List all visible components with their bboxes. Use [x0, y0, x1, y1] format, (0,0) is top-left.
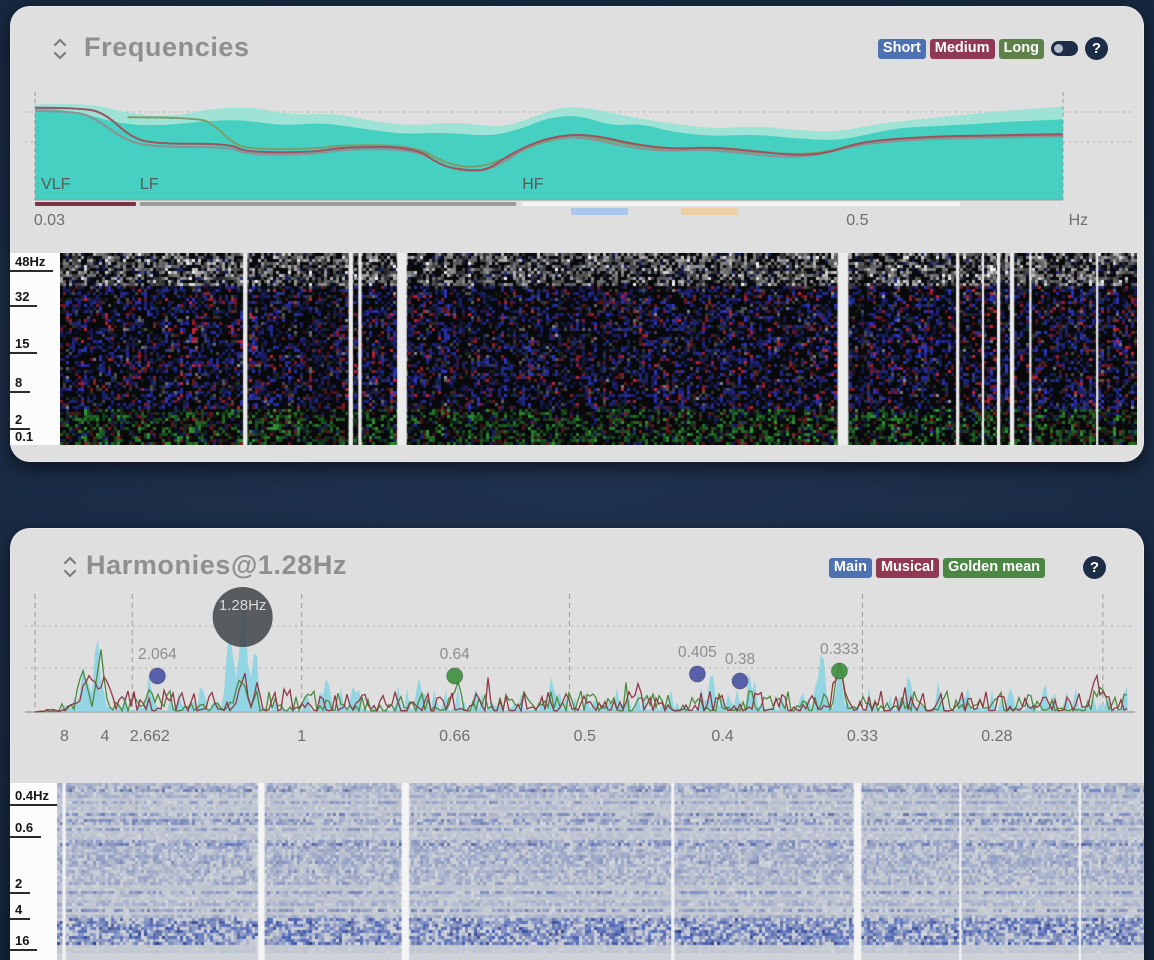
panel-title-frequencies: Frequencies	[84, 32, 250, 63]
peak-label-2.064: 2.064	[138, 646, 177, 663]
harmonies-chart[interactable]: 1.28Hz 2.064 0.64 0.405 0.38 0.333	[25, 586, 1135, 748]
legend-musical[interactable]: Musical	[876, 558, 939, 578]
peak-label-0.333: 0.333	[820, 641, 859, 658]
band-label-lf: LF	[140, 176, 159, 193]
harmonies-legend: MainMusicalGolden mean ?	[829, 556, 1106, 579]
updown-chevrons-icon	[62, 554, 78, 580]
peak-label-0.405: 0.405	[678, 644, 717, 661]
range-bar-vlf	[35, 202, 136, 206]
frequencies-spectrogram	[60, 253, 1137, 445]
harmonies-panel: Harmonies@1.28Hz MainMusicalGolden mean …	[10, 528, 1144, 960]
peak-marker-0.64[interactable]	[447, 668, 463, 684]
frequencies-chart[interactable]: VLF LF HF	[25, 90, 1135, 216]
x-tick-2.662: 2.662	[130, 728, 170, 746]
frequencies-legend-badges: ShortMediumLong	[878, 39, 1044, 59]
y-tick-0.4Hz: 0.4Hz	[10, 788, 57, 806]
peak-marker-0.38[interactable]	[732, 673, 748, 689]
frequencies-panel: Frequencies ShortMediumLong ? VLF LF HF 0.…	[10, 6, 1144, 462]
legend-golden-mean[interactable]: Golden mean	[943, 558, 1045, 578]
harmonies-x-axis: 8 4 2.662 1 0.66 0.5 0.4 0.33 0.28	[25, 728, 1135, 750]
frequencies-spectrogram-y-axis: 48Hz 32 15 8 20.1	[10, 253, 60, 445]
peak-marker-0.333[interactable]	[831, 663, 847, 679]
peak-label-0.38: 0.38	[725, 651, 755, 668]
mini-toggle[interactable]	[1051, 41, 1078, 56]
frequencies-legend: ShortMediumLong ?	[878, 37, 1108, 60]
y-tick-0.6: 0.6	[10, 820, 41, 838]
x-tick-0.5: 0.5	[846, 212, 868, 230]
collapse-expand-icon[interactable]	[62, 554, 78, 580]
x-tick-0.28: 0.28	[981, 728, 1012, 746]
legend-main[interactable]: Main	[829, 558, 872, 578]
range-bar-hf	[522, 202, 960, 206]
updown-chevrons-icon	[52, 36, 68, 62]
selected-peak-label: 1.28Hz	[219, 597, 267, 614]
y-tick-32: 32	[10, 289, 37, 307]
x-tick-1: 1	[297, 728, 306, 746]
y-tick-0.1: 0.1	[10, 429, 41, 445]
x-tick-0.5: 0.5	[574, 728, 596, 746]
harmonies-legend-badges: MainMusicalGolden mean	[829, 558, 1045, 578]
legend-short[interactable]: Short	[878, 39, 926, 59]
range-bar-lf	[140, 202, 516, 206]
peak-marker-0.405[interactable]	[689, 666, 705, 682]
harmonies-spectrogram-y-axis: 0.4Hz 0.6 2 4 16	[10, 783, 57, 960]
x-tick-0.66: 0.66	[439, 728, 470, 746]
y-tick-8: 8	[10, 375, 30, 393]
y-tick-16: 16	[10, 933, 37, 951]
legend-medium[interactable]: Medium	[930, 39, 995, 59]
y-tick-2: 2	[10, 412, 30, 430]
band-label-hf: HF	[522, 176, 544, 193]
band-label-vlf: VLF	[41, 176, 71, 193]
selected-peak-marker[interactable]	[213, 587, 273, 647]
x-tick-8: 8	[60, 728, 69, 746]
panel-title-harmonies: Harmonies@1.28Hz	[86, 550, 347, 581]
legend-long[interactable]: Long	[999, 39, 1044, 59]
peak-marker-2.064[interactable]	[149, 668, 165, 684]
frequencies-help-button[interactable]: ?	[1085, 37, 1108, 60]
x-tick-0.33: 0.33	[847, 728, 878, 746]
x-tick-0.4: 0.4	[711, 728, 733, 746]
x-tick-0.03: 0.03	[34, 212, 65, 230]
peak-label-0.64: 0.64	[440, 646, 471, 663]
harmonies-spectrogram	[57, 783, 1144, 960]
collapse-expand-icon[interactable]	[52, 36, 68, 62]
frequencies-x-axis: 0.03 0.5 Hz	[25, 212, 1135, 234]
x-tick-Hz: Hz	[1069, 212, 1089, 230]
x-tick-4: 4	[100, 728, 109, 746]
y-tick-15: 15	[10, 336, 37, 354]
y-tick-2: 2	[10, 876, 30, 894]
harmonies-help-button[interactable]: ?	[1083, 556, 1106, 579]
y-tick-48Hz: 48Hz	[10, 254, 53, 272]
y-tick-4: 4	[10, 902, 30, 920]
